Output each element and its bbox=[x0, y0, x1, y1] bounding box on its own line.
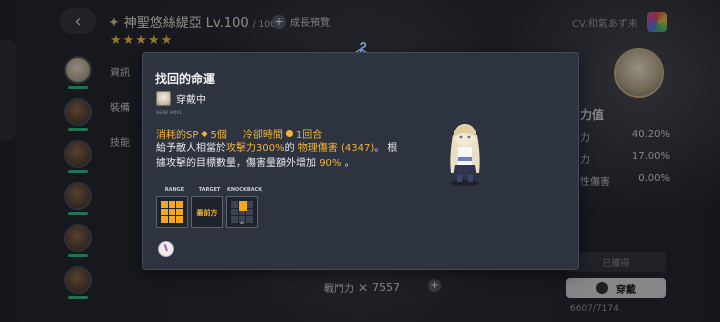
dialog-title: 找回的命運 bbox=[155, 72, 216, 86]
cooldown-label: 冷卻時間 bbox=[242, 130, 283, 141]
diamond-icon: ◆ bbox=[201, 129, 208, 138]
skill-info-boxes: 最前方 ^ bbox=[156, 196, 258, 229]
target-value: 最前方 bbox=[196, 209, 218, 217]
range-grid-icon bbox=[161, 201, 183, 223]
sp-cost-label: 消耗的SP bbox=[156, 130, 199, 141]
cooldown-value: 1回合 bbox=[295, 130, 323, 141]
sp-cost-value: 5個 bbox=[210, 130, 227, 141]
equip-status-row: 穿戴中 bbox=[156, 91, 206, 106]
character-sprite bbox=[450, 124, 480, 186]
knockback-label: KNOCKBACK bbox=[227, 187, 263, 193]
cost-line: 消耗的SP ◆ 5個 冷卻時間 1回合 bbox=[156, 126, 322, 141]
skill-description: 給予敵人相當於攻擊力300%的 物理傷害 (4347)。 根據攻擊的目標數量，傷… bbox=[156, 143, 398, 169]
costume-thumbnail bbox=[156, 91, 171, 106]
costume-skill-dialog: 找回的命運 穿戴中 GEAR HOVL 消耗的SP ◆ 5個 冷卻時間 1回合 … bbox=[142, 52, 579, 270]
range-label: RANGE bbox=[164, 187, 185, 193]
chevron-up-icon: ^ bbox=[239, 222, 245, 229]
costume-caption: GEAR HOVL bbox=[156, 110, 183, 115]
target-label: TARGET bbox=[198, 187, 221, 193]
knockback-box: ^ bbox=[226, 196, 258, 229]
equip-status: 穿戴中 bbox=[176, 95, 206, 106]
knockback-bar bbox=[239, 201, 247, 211]
range-box bbox=[156, 196, 188, 228]
target-box: 最前方 bbox=[191, 196, 223, 228]
cooldown-dot-icon bbox=[285, 130, 293, 137]
clock-icon[interactable] bbox=[158, 241, 174, 257]
skill-box-labels: RANGE TARGET KNOCKBACK bbox=[157, 187, 262, 193]
